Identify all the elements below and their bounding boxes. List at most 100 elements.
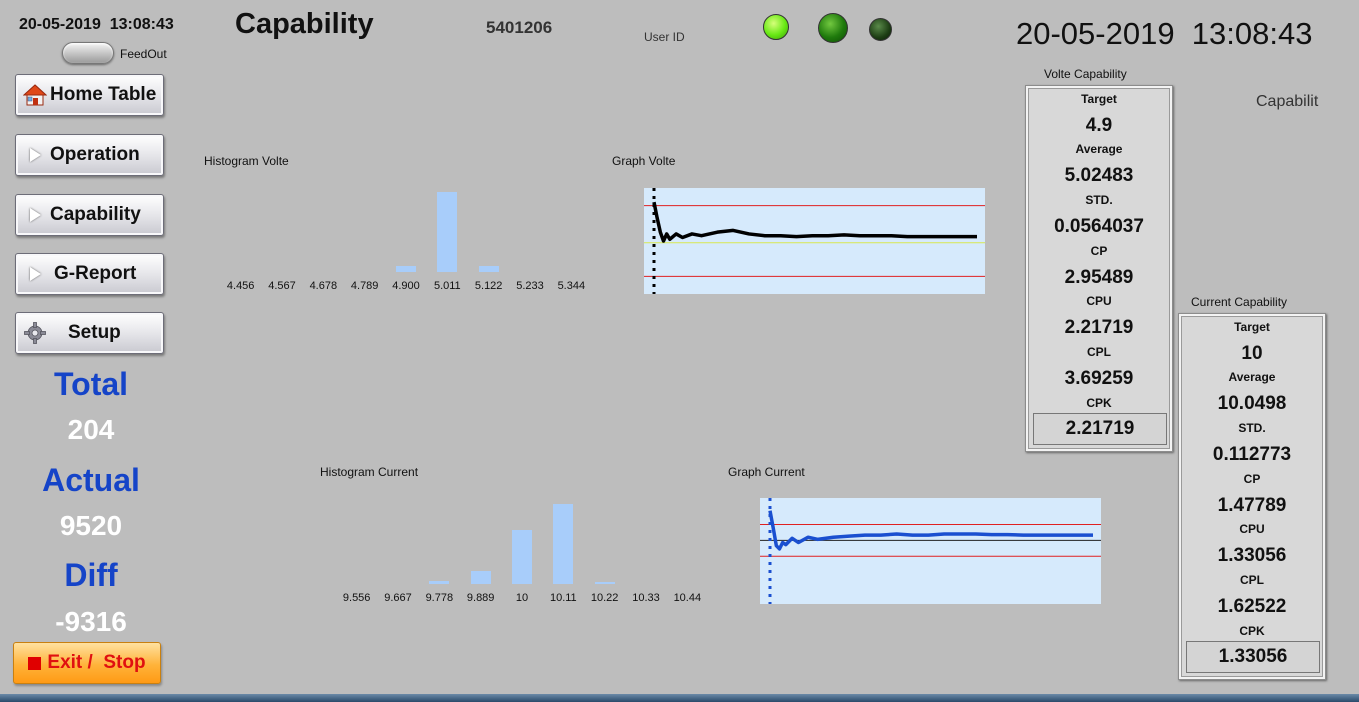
actual-value: 9520	[59, 510, 123, 541]
graph-volte-caption: Graph Volte	[612, 154, 676, 168]
volte-cpk-value: 2.21719	[1033, 413, 1167, 445]
setup-label: Setup	[68, 322, 121, 343]
current-cpl-label: CPL	[1240, 573, 1264, 587]
hist-current-bar	[553, 504, 574, 584]
histogram-volte-caption: Histogram Volte	[204, 154, 289, 168]
volte-cpl-value: 3.69259	[1064, 368, 1134, 389]
home-table-button[interactable]: Home Table	[15, 74, 164, 116]
hist-current-tick-label: 9.778	[425, 592, 454, 604]
hist-volte-tick-label: 5.122	[474, 280, 503, 292]
current-std-label: STD.	[1238, 421, 1266, 435]
current-average-label: Average	[1228, 370, 1276, 384]
diff-value: -9316	[55, 606, 127, 637]
volte-cp-value: 2.95489	[1064, 267, 1134, 288]
hist-current-bar	[470, 571, 491, 584]
volte-cpu-label: CPU	[1086, 294, 1112, 308]
graph-current-caption: Graph Current	[728, 465, 805, 479]
operation-label: Operation	[50, 144, 140, 165]
feedout-toggle[interactable]	[62, 42, 114, 64]
hist-volte-tick-label: 4.456	[226, 280, 255, 292]
current-cpk-label: CPK	[1239, 624, 1265, 638]
hist-current-tick-label: 10	[515, 592, 529, 604]
histogram-current-caption: Histogram Current	[320, 465, 419, 479]
graph-volte-chart	[644, 188, 985, 294]
g-report-label: G-Report	[54, 263, 137, 284]
header-datetime-large: 20-05-2019 13:08:43	[1016, 16, 1313, 51]
diff-label: Diff	[64, 557, 118, 593]
feedout-toggle-label: FeedOut	[120, 47, 167, 61]
hist-current-tick-label: 10.44	[673, 592, 702, 604]
volte-average-value: 5.02483	[1064, 165, 1134, 186]
hist-current-bar	[594, 581, 615, 584]
current-cpk-value: 1.33056	[1186, 641, 1320, 673]
volte-std-label: STD.	[1085, 193, 1113, 207]
current-cpu-label: CPU	[1239, 522, 1265, 536]
status-led-bright-icon	[763, 14, 789, 40]
hist-volte-bar	[396, 265, 416, 272]
status-led-dark-icon	[869, 18, 892, 41]
volte-cpk-label: CPK	[1086, 396, 1112, 410]
volte-std-value: 0.0564037	[1054, 216, 1144, 237]
current-target-label: Target	[1234, 320, 1270, 334]
hist-volte-tick-label: 4.789	[350, 280, 379, 292]
total-value: 204	[67, 414, 115, 445]
current-target-value: 10	[1241, 343, 1263, 364]
volte-average-label: Average	[1075, 142, 1123, 156]
hist-current-tick-label: 10.33	[632, 592, 660, 604]
hist-current-tick-label: 9.667	[384, 592, 412, 604]
current-cp-label: CP	[1243, 472, 1261, 486]
operation-button[interactable]: Operation	[15, 134, 164, 176]
volte-target-value: 4.9	[1085, 115, 1113, 136]
setup-button[interactable]: Setup	[15, 312, 164, 354]
status-led-mid-icon	[818, 13, 848, 43]
current-cpu-value: 1.33056	[1217, 545, 1287, 566]
graph-current-chart	[760, 498, 1101, 604]
home-icon	[22, 84, 48, 106]
hist-current-bar	[512, 529, 532, 584]
stop-icon	[28, 656, 42, 670]
serial-number: 5401206	[486, 18, 553, 37]
actual-label: Actual	[42, 462, 140, 498]
current-capability-title: Current Capability	[1191, 295, 1288, 309]
hist-current-tick-label: 10.11	[549, 592, 577, 604]
current-cp-value: 1.47789	[1217, 495, 1287, 516]
gear-icon	[22, 322, 48, 344]
capability-side-label: Capabilit	[1256, 93, 1319, 110]
exit-stop-button[interactable]: Exit / Stop	[13, 642, 161, 684]
hist-volte-tick-label: 5.344	[557, 280, 586, 292]
header-datetime-small: 20-05-2019 13:08:43	[19, 16, 174, 33]
hist-volte-tick-label: 4.900	[392, 280, 420, 292]
hist-volte-bar	[437, 192, 458, 272]
current-capability-panel: Target 10 Average 10.0498 STD. 0.112773 …	[1178, 313, 1326, 680]
graph-current-plot-area	[760, 498, 1101, 604]
volte-capability-panel: Target 4.9 Average 5.02483 STD. 0.056403…	[1025, 85, 1173, 452]
hist-volte-tick-label: 5.233	[516, 280, 544, 292]
page-title: Capability	[235, 8, 374, 40]
volte-capability-title: Volte Capability	[1044, 67, 1127, 81]
histogram-current-chart: 9.556 9.667 9.778 9.889 10 10.11 10.22 10.33 10.…	[336, 492, 708, 614]
current-average-value: 10.0498	[1217, 393, 1287, 414]
hist-volte-tick-label: 5.011	[433, 280, 461, 292]
volte-target-label: Target	[1081, 92, 1117, 106]
capability-button[interactable]: Capability	[15, 194, 164, 236]
play-triangle-icon	[22, 148, 48, 162]
os-taskbar	[0, 694, 1359, 702]
play-triangle-icon	[22, 208, 48, 222]
total-label: Total	[53, 366, 129, 402]
hist-volte-bar	[478, 266, 499, 272]
current-std-value: 0.112773	[1212, 444, 1292, 465]
volte-cpl-label: CPL	[1087, 345, 1111, 359]
hist-current-tick-label: 9.556	[342, 592, 371, 604]
user-id-label: User ID	[644, 30, 685, 44]
hist-volte-tick-label: 4.678	[309, 280, 338, 292]
histogram-volte-chart: 4.456 4.567 4.678 4.789 4.900 5.011 5.122 5.233…	[220, 180, 592, 302]
hist-current-tick-label: 9.889	[466, 592, 495, 604]
volte-cpu-value: 2.21719	[1064, 317, 1134, 338]
volte-cp-label: CP	[1090, 244, 1108, 258]
play-triangle-icon	[22, 267, 48, 281]
current-cpl-value: 1.62522	[1217, 596, 1287, 617]
capability-label: Capability	[50, 204, 141, 225]
g-report-button[interactable]: G-Report	[15, 253, 164, 295]
hist-current-bar	[429, 580, 450, 584]
hist-volte-tick-label: 4.567	[268, 280, 296, 292]
